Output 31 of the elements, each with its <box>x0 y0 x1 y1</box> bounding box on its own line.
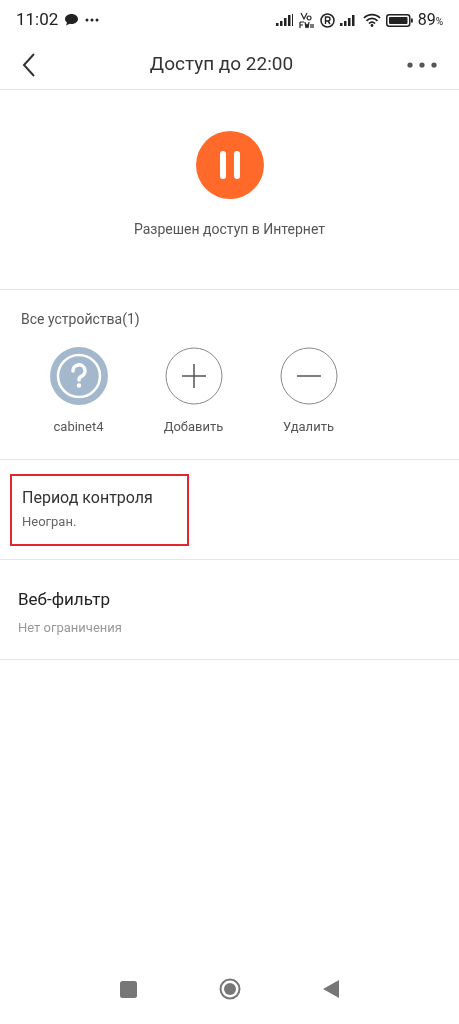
roaming-icon <box>319 12 335 28</box>
battery-percent: 89% <box>417 9 443 31</box>
vowifi-icon <box>298 11 315 29</box>
devices-title: Все устройства(1) <box>21 310 141 330</box>
plus-icon[interactable] <box>164 347 223 405</box>
access-status: Разрешен доступ в Интернет <box>134 220 325 239</box>
device-label: cabinet4 <box>53 418 104 436</box>
setting-title: Период контроля <box>22 487 154 508</box>
device-label[interactable]: Удалить <box>283 417 334 437</box>
wifi-icon <box>362 13 381 27</box>
back-nav-icon[interactable] <box>323 980 339 998</box>
setting-title: Веб-фильтр <box>18 587 112 610</box>
question-icon <box>49 347 108 405</box>
back-icon[interactable] <box>22 52 36 77</box>
device-label[interactable]: Добавить <box>163 417 224 437</box>
settings-row[interactable]: Веб-фильтр Нет ограничения <box>0 560 459 660</box>
page-title: Доступ до 22:00 <box>149 51 294 78</box>
setting-value: Неогран. <box>22 512 78 531</box>
minus-icon[interactable] <box>279 347 338 405</box>
battery-icon <box>385 13 413 27</box>
status-time: 11:02 <box>16 8 59 32</box>
more-dots-icon <box>85 18 100 22</box>
settings-row[interactable]: Период контроля Неогран. <box>0 460 459 560</box>
home-icon[interactable] <box>219 978 241 1000</box>
more-icon[interactable] <box>407 61 437 68</box>
recents-icon[interactable] <box>120 980 137 998</box>
chat-bubble-icon <box>65 14 79 26</box>
pause-icon <box>218 151 241 179</box>
signal-icon <box>339 14 358 26</box>
setting-value: Нет ограничения <box>18 618 122 637</box>
signal-icon <box>275 14 294 26</box>
